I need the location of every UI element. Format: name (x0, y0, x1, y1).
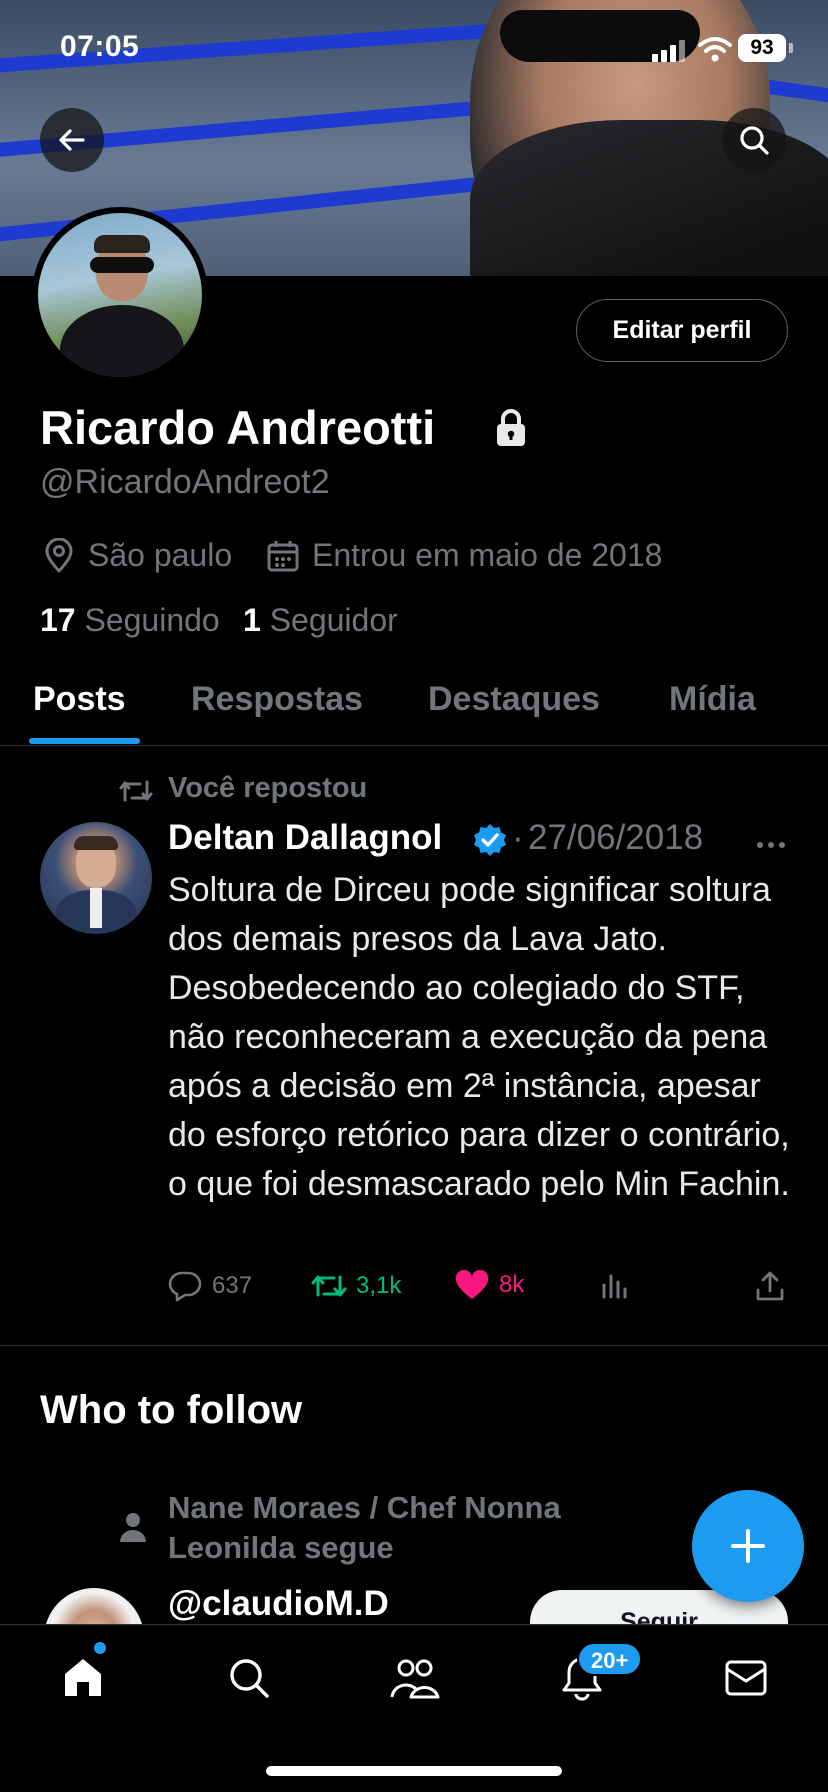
more-options-icon[interactable] (756, 836, 786, 854)
nav-home[interactable] (53, 1648, 113, 1708)
arrow-left-icon (59, 129, 85, 151)
status-time: 07:05 (60, 30, 140, 63)
profile-handle: @RicardoAndreot2 (40, 463, 330, 501)
following-link[interactable]: 17 Seguindo (40, 602, 220, 639)
views-button[interactable] (600, 1270, 630, 1300)
like-count: 8k (499, 1271, 525, 1298)
reply-button[interactable]: 637 (168, 1270, 252, 1302)
joined-text: Entrou em maio de 2018 (312, 537, 663, 573)
plus-icon (731, 1529, 765, 1563)
repost-count: 3,1k (356, 1272, 402, 1299)
home-icon (65, 1659, 101, 1696)
reply-icon (168, 1271, 202, 1302)
tweet-author-avatar[interactable] (40, 822, 152, 934)
search-icon (740, 126, 769, 155)
profile-avatar[interactable] (32, 207, 208, 383)
battery-indicator: 93 (738, 34, 786, 62)
repost-action-icon (311, 1275, 347, 1297)
person-icon (118, 1510, 148, 1549)
follow-social-context: Nane Moraes / Chef Nonna Leonilda segue (168, 1490, 561, 1565)
communities-icon (390, 1659, 440, 1699)
edit-profile-button[interactable]: Editar perfil (576, 299, 788, 362)
followers-count: 1 (243, 602, 261, 638)
nav-messages[interactable] (716, 1648, 776, 1708)
date-separator: · (512, 818, 524, 857)
profile-name: Ricardo Andreotti (40, 401, 436, 454)
search-button[interactable] (722, 108, 786, 172)
notifications-badge: 20+ (577, 1642, 643, 1676)
who-to-follow-title: Who to follow (40, 1388, 303, 1432)
battery-tip (789, 43, 793, 53)
tweet-date[interactable]: 27/06/2018 (528, 818, 703, 858)
analytics-icon (602, 1274, 627, 1299)
wifi-icon (698, 36, 732, 67)
repost-button[interactable]: 3,1k (310, 1270, 401, 1302)
tab-media[interactable]: Mídia (669, 680, 756, 719)
search-icon (230, 1659, 269, 1698)
followers-label: Seguidor (269, 602, 398, 638)
location-pin-icon (45, 537, 73, 572)
profile-joined: Entrou em maio de 2018 (266, 537, 662, 574)
repost-label: Você repostou (168, 772, 368, 804)
nav-search[interactable] (219, 1648, 279, 1708)
tab-posts[interactable]: Posts (33, 680, 126, 719)
reply-count: 637 (212, 1272, 253, 1299)
home-indicator (266, 1766, 562, 1776)
compose-button[interactable] (692, 1490, 804, 1602)
tabs-divider (0, 745, 828, 746)
active-tab-indicator (29, 738, 140, 744)
location-text: São paulo (88, 537, 233, 573)
home-unread-dot (94, 1642, 106, 1654)
back-button[interactable] (40, 108, 104, 172)
lock-icon (494, 408, 528, 453)
tweet-author-name[interactable]: Deltan Dallagnol (168, 818, 442, 858)
verified-badge-icon (472, 822, 508, 863)
tab-highlights[interactable]: Destaques (428, 680, 600, 719)
heart-icon (455, 1270, 489, 1299)
profile-location: São paulo (42, 537, 232, 574)
suggested-user-handle[interactable]: @claudioM.D (168, 1584, 389, 1624)
nav-communities[interactable] (385, 1648, 445, 1708)
calendar-icon (267, 540, 299, 571)
following-label: Seguindo (84, 602, 220, 638)
followers-link[interactable]: 1 Seguidor (243, 602, 398, 639)
mail-icon (725, 1660, 767, 1696)
tweet-divider (0, 1345, 828, 1346)
share-icon (756, 1271, 784, 1301)
following-count: 17 (40, 602, 76, 638)
tab-replies[interactable]: Respostas (191, 680, 363, 719)
tweet-text: Soltura de Dirceu pode significar soltur… (168, 871, 790, 1203)
share-button[interactable] (755, 1270, 785, 1302)
repost-icon (118, 776, 154, 811)
cellular-signal-icon (652, 40, 686, 62)
like-button[interactable]: 8k (455, 1270, 524, 1300)
